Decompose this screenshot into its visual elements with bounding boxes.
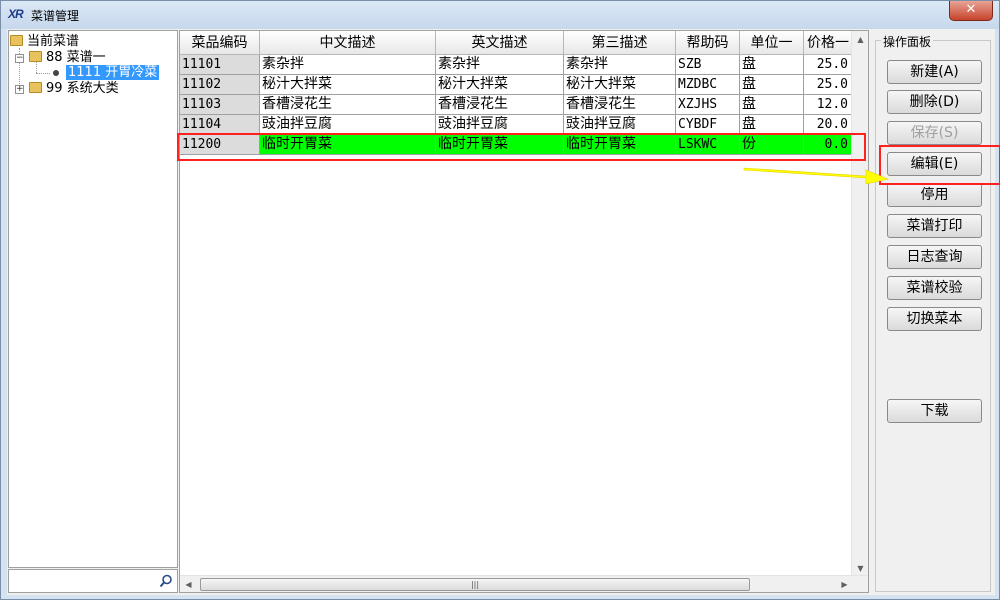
column-header-price[interactable]: 价格一 [804, 31, 853, 55]
download-button[interactable]: 下载 [887, 399, 982, 423]
operation-panel: 操作面板 新建(A) 删除(D) 保存(S) 编辑(E) 停用 菜谱打印 日志查… [873, 30, 994, 593]
cell-price: 12.0 [804, 95, 853, 115]
operation-panel-title: 操作面板 [881, 33, 934, 50]
column-header-third[interactable]: 第三描述 [564, 31, 676, 55]
cell-help-code: MZDBC [676, 75, 740, 95]
tree-search-box [8, 569, 178, 593]
column-header-help-code[interactable]: 帮助码 [676, 31, 740, 55]
cell-third: 豉油拌豆腐 [564, 115, 676, 135]
close-button[interactable]: ✕ [949, 1, 993, 21]
category-tree: 当前菜谱 − 88 菜谱一 1111 开胃冷菜 + 99 系统大类 [8, 30, 178, 568]
tree-item-label: 88 菜谱一 [46, 50, 106, 65]
tree-item-appetizers[interactable]: 1111 开胃冷菜 [66, 65, 160, 81]
cell-code: 11102 [180, 75, 260, 95]
cell-english: 豉油拌豆腐 [436, 115, 564, 135]
title-bar: XR 菜谱管理 ✕ [1, 1, 999, 29]
tree-item-root[interactable]: 当前菜谱 [10, 34, 79, 50]
annotation-arrow-icon [743, 167, 889, 185]
scroll-right-icon[interactable]: ▶ [836, 576, 853, 592]
cell-english: 香槽浸花生 [436, 95, 564, 115]
table-row[interactable]: 11101 素杂拌 素杂拌 素杂拌 SZB 盘 25.0 [180, 55, 853, 75]
expand-icon[interactable]: + [15, 85, 24, 94]
window-title: 菜谱管理 [31, 9, 80, 23]
disable-button[interactable]: 停用 [887, 183, 982, 207]
tree-item-label: 99 系统大类 [46, 81, 119, 96]
grid-header: 菜品编码 中文描述 英文描述 第三描述 帮助码 单位一 价格一 [180, 31, 853, 55]
cell-chinese: 秘汁大拌菜 [260, 75, 436, 95]
cell-help-code: XZJHS [676, 95, 740, 115]
app-logo-icon: XR [8, 7, 24, 21]
folder-icon [29, 51, 42, 62]
cell-help-code: CYBDF [676, 115, 740, 135]
collapse-icon[interactable]: − [15, 54, 24, 63]
tree-search-input[interactable] [11, 572, 151, 590]
tree-item-label: 1111 开胃冷菜 [66, 65, 160, 80]
menu-management-window: XR 菜谱管理 ✕ 当前菜谱 − 88 菜谱一 1111 开胃冷菜 + 99 系… [0, 0, 1000, 600]
scroll-up-icon[interactable]: ▲ [852, 31, 868, 48]
cell-price: 20.0 [804, 115, 853, 135]
table-row[interactable]: 11104 豉油拌豆腐 豉油拌豆腐 豉油拌豆腐 CYBDF 盘 20.0 [180, 115, 853, 135]
cell-code: 11104 [180, 115, 260, 135]
cell-chinese: 豉油拌豆腐 [260, 115, 436, 135]
annotation-highlight-edit [879, 145, 1000, 185]
scroll-left-icon[interactable]: ◀ [180, 576, 197, 592]
cell-help-code: SZB [676, 55, 740, 75]
verify-menu-button[interactable]: 菜谱校验 [887, 276, 982, 300]
tree-connector [36, 73, 50, 74]
cell-unit: 盘 [740, 75, 804, 95]
column-header-english[interactable]: 英文描述 [436, 31, 564, 55]
scrollbar-thumb[interactable]: ||| [200, 578, 750, 591]
search-icon[interactable] [159, 574, 173, 588]
print-menu-button[interactable]: 菜谱打印 [887, 214, 982, 238]
save-button[interactable]: 保存(S) [887, 121, 982, 145]
cell-price: 25.0 [804, 75, 853, 95]
cell-chinese: 素杂拌 [260, 55, 436, 75]
folder-icon [10, 35, 23, 46]
folder-icon [29, 82, 42, 93]
column-header-chinese[interactable]: 中文描述 [260, 31, 436, 55]
leaf-bullet-icon [53, 70, 59, 76]
tree-item-system-categories[interactable]: 99 系统大类 [29, 81, 119, 97]
cell-unit: 盘 [740, 55, 804, 75]
cell-unit: 盘 [740, 115, 804, 135]
cell-code: 11101 [180, 55, 260, 75]
client-area: 当前菜谱 − 88 菜谱一 1111 开胃冷菜 + 99 系统大类 菜品编码 中… [7, 29, 1000, 595]
delete-button[interactable]: 删除(D) [887, 90, 982, 114]
cell-english: 秘汁大拌菜 [436, 75, 564, 95]
log-query-button[interactable]: 日志查询 [887, 245, 982, 269]
vertical-scrollbar[interactable]: ▲ ▼ [851, 31, 868, 577]
cell-chinese: 香槽浸花生 [260, 95, 436, 115]
column-header-code[interactable]: 菜品编码 [180, 31, 260, 55]
cell-english: 素杂拌 [436, 55, 564, 75]
horizontal-scrollbar[interactable]: ◀ ||| ▶ [180, 575, 868, 592]
cell-third: 素杂拌 [564, 55, 676, 75]
cell-price: 25.0 [804, 55, 853, 75]
table-row[interactable]: 11102 秘汁大拌菜 秘汁大拌菜 秘汁大拌菜 MZDBC 盘 25.0 [180, 75, 853, 95]
cell-code: 11103 [180, 95, 260, 115]
cell-third: 秘汁大拌菜 [564, 75, 676, 95]
column-header-unit[interactable]: 单位一 [740, 31, 804, 55]
cell-third: 香槽浸花生 [564, 95, 676, 115]
cell-unit: 盘 [740, 95, 804, 115]
table-row[interactable]: 11103 香槽浸花生 香槽浸花生 香槽浸花生 XZJHS 盘 12.0 [180, 95, 853, 115]
switch-menu-button[interactable]: 切换菜本 [887, 307, 982, 331]
tree-item-menu-one[interactable]: 88 菜谱一 [29, 50, 106, 66]
dish-grid: 菜品编码 中文描述 英文描述 第三描述 帮助码 单位一 价格一 11101 素杂… [179, 30, 869, 593]
tree-item-label: 当前菜谱 [27, 34, 80, 49]
new-button[interactable]: 新建(A) [887, 60, 982, 84]
